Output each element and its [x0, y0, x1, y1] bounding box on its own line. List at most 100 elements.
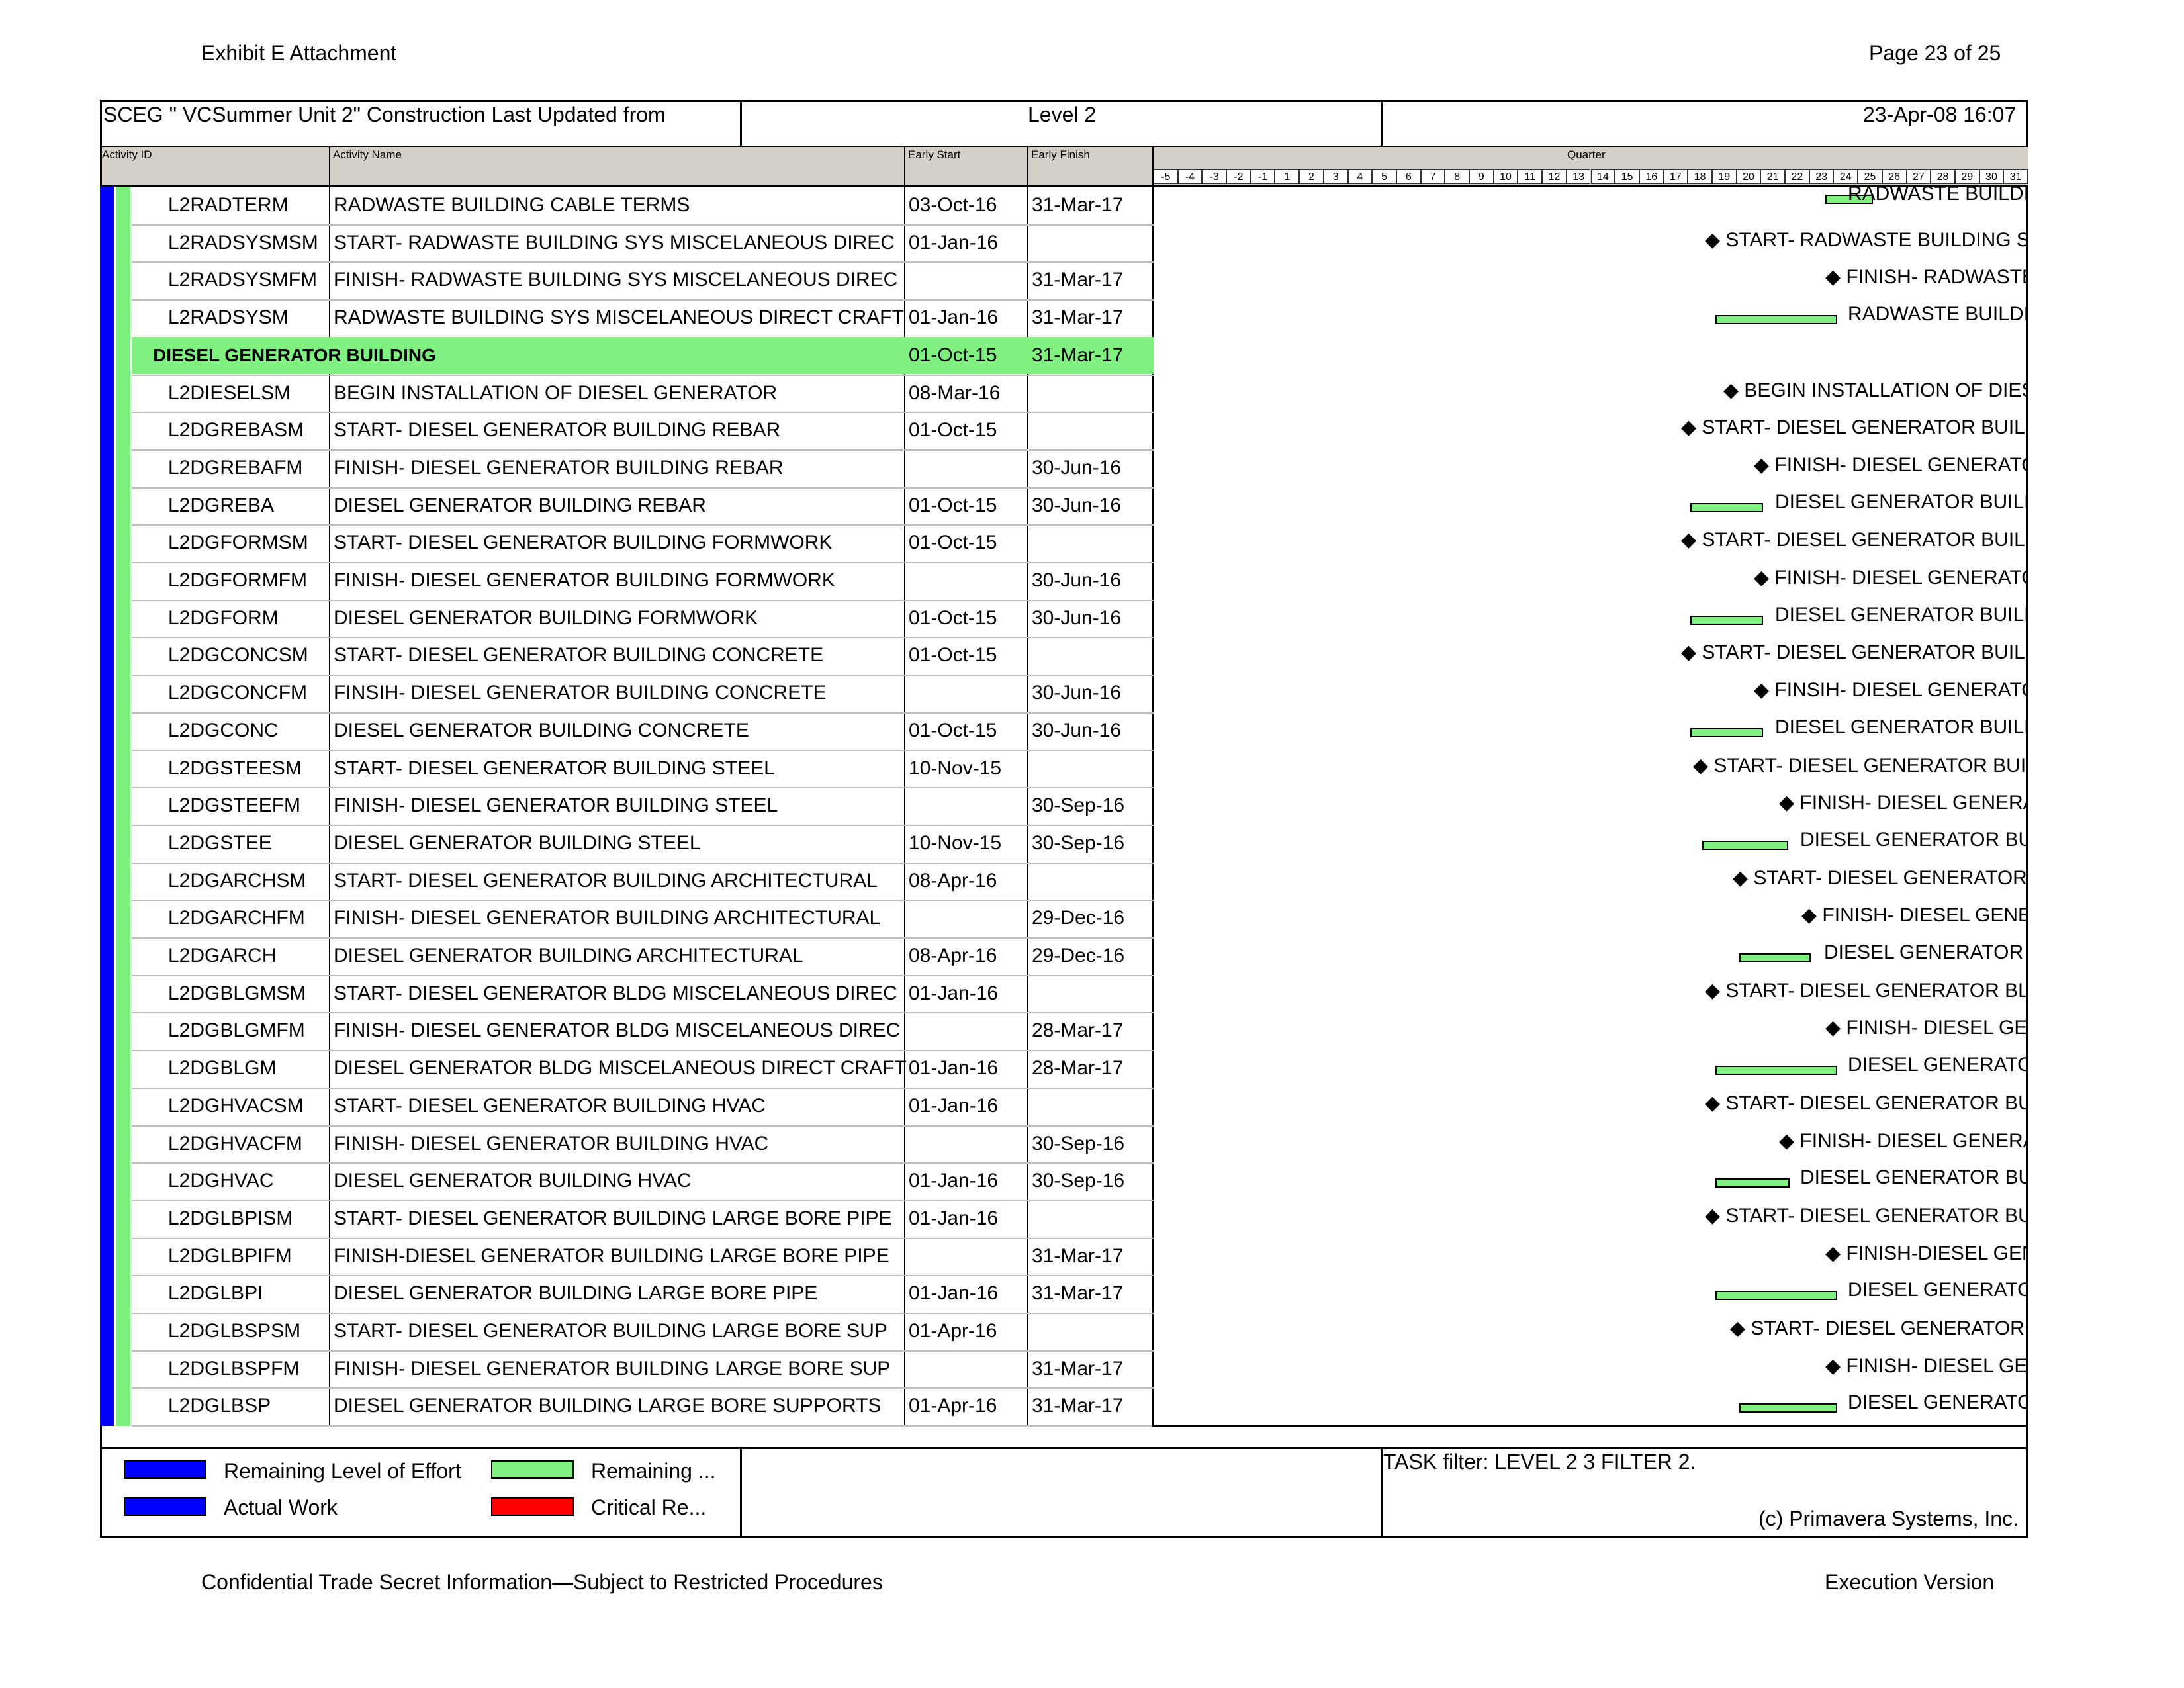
table-row[interactable]: L2DGLBPISM START- DIESEL GENERATOR BUILDI… — [100, 1200, 1154, 1237]
table-row[interactable]: L2DGHVACFM FINISH- DIESEL GENERATOR BUILD… — [100, 1125, 1154, 1162]
table-row[interactable]: L2DGARCH DIESEL GENERATOR BUILDING ARCHIT… — [100, 937, 1154, 974]
quarter-tick: 31 — [2003, 169, 2028, 184]
table-row[interactable]: L2DGLBPI DIESEL GENERATOR BUILDING LARGE … — [100, 1275, 1154, 1312]
table-row[interactable]: L2DGHVAC DIESEL GENERATOR BUILDING HVAC 01… — [100, 1162, 1154, 1199]
table-row[interactable]: L2DGFORMFM FINISH- DIESEL GENERATOR BUILD… — [100, 562, 1154, 599]
column-header-early-start[interactable]: Early Start — [908, 148, 960, 162]
wbs-group-row[interactable]: DIESEL GENERATOR BUILDING 01-Oct-15 31-Mar… — [100, 336, 1154, 374]
activity-name: FINISH- DIESEL GENERATOR BUILDING HVAC — [334, 1132, 769, 1154]
activity-id: L2DGBLGMSM — [168, 982, 306, 1004]
early-finish: 31-Mar-17 — [1032, 269, 1124, 291]
activity-id: L2DGARCHSM — [168, 869, 306, 892]
activity-name: START- DIESEL GENERATOR BUILDING LARGE B… — [334, 1320, 887, 1342]
table-row[interactable]: L2DGLBSPFM FINISH- DIESEL GENERATOR BUILD… — [100, 1350, 1154, 1387]
activity-name: FINISH- DIESEL GENERATOR BUILDING ARCHIT… — [334, 907, 881, 929]
table-row[interactable]: L2RADSYSMFM FINISH- RADWASTE BUILDING SYS… — [100, 261, 1154, 299]
quarter-tick: 28 — [1931, 169, 1955, 184]
gantt-milestone-label: ◆ FINISH- DIESEL GENERATO — [1754, 453, 2026, 476]
activity-id: L2DGLBSPFM — [168, 1357, 300, 1380]
quarter-tick: 22 — [1785, 169, 1809, 184]
table-row[interactable]: L2DGREBA DIESEL GENERATOR BUILDING REBAR 0… — [100, 487, 1154, 524]
quarter-tick: 12 — [1542, 169, 1567, 184]
activity-id: L2DGSTEEFM — [168, 794, 301, 817]
copyright: (c) Primavera Systems, Inc. — [1758, 1507, 2019, 1530]
level-label: Level 2 — [1028, 103, 1097, 126]
gantt-bar[interactable] — [1715, 315, 1837, 325]
table-row[interactable]: L2DGLBPIFM FINISH-DIESEL GENERATOR BUILDI… — [100, 1238, 1154, 1275]
table-row[interactable]: L2RADSYSMSM START- RADWASTE BUILDING SYS … — [100, 224, 1154, 261]
table-row[interactable]: L2DGCONCSM START- DIESEL GENERATOR BUILDI… — [100, 637, 1154, 674]
quarter-tick: -1 — [1250, 169, 1275, 184]
table-row[interactable]: L2DGSTEESM START- DIESEL GENERATOR BUILDI… — [100, 750, 1154, 787]
early-start: 01-Oct-15 — [909, 606, 997, 629]
table-row[interactable]: L2DGCONCFM FINSIH- DIESEL GENERATOR BUILD… — [100, 675, 1154, 712]
activity-name: DIESEL GENERATOR BUILDING HVAC — [334, 1170, 692, 1192]
gantt-milestone-label: ◆ FINISH- DIESEL GENERATO — [1754, 567, 2026, 588]
table-row[interactable]: L2DGREBAFM FINISH- DIESEL GENERATOR BUILD… — [100, 449, 1154, 487]
activity-id: L2DGBLGM — [168, 1057, 277, 1080]
gantt-milestone-label: ◆ FINISH- DIESEL GE — [1825, 1017, 2026, 1039]
table-row[interactable]: L2RADTERM RADWASTE BUILDING CABLE TERMS 03… — [100, 187, 1154, 224]
legend-label: Remaining Level of Effort — [224, 1459, 461, 1483]
gantt-milestone-label: ◆ START- DIESEL GENERATOR BUIL — [1693, 754, 2026, 776]
early-start: 01-Apr-16 — [909, 1395, 997, 1417]
table-row[interactable]: L2DGSTEE DIESEL GENERATOR BUILDING STEEL 1… — [100, 825, 1154, 862]
early-finish: 28-Mar-17 — [1032, 1057, 1124, 1080]
gantt-bar-label: DIESEL GENERATOR BU — [1800, 1166, 2026, 1189]
gantt-bar[interactable] — [1739, 953, 1811, 962]
table-row[interactable]: L2DGLBSP DIESEL GENERATOR BUILDING LARGE … — [100, 1387, 1154, 1425]
table-row[interactable]: L2DGFORM DIESEL GENERATOR BUILDING FORMWO… — [100, 600, 1154, 637]
gantt-milestone-label: ◆ START- DIESEL GENERATOR — [1730, 1317, 2025, 1339]
early-finish: 30-Jun-16 — [1032, 494, 1122, 516]
gantt-milestone-label: ◆ START- DIESEL GENERATOR BUILD — [1681, 641, 2026, 664]
activity-name: DIESEL GENERATOR BUILDING LARGE BORE SUP… — [334, 1395, 882, 1417]
table-row[interactable]: L2DGARCHSM START- DIESEL GENERATOR BUILDI… — [100, 863, 1154, 900]
quarter-tick: 18 — [1688, 169, 1712, 184]
early-start: 01-Oct-15 — [909, 644, 997, 667]
early-finish: 30-Jun-16 — [1032, 606, 1122, 629]
table-row[interactable]: L2DGLBSPSM START- DIESEL GENERATOR BUILDI… — [100, 1313, 1154, 1350]
page-number: Page 23 of 25 — [1869, 41, 2001, 65]
column-header-activity-name[interactable]: Activity Name — [333, 148, 402, 162]
early-finish: 31-Mar-17 — [1032, 1357, 1124, 1380]
activity-name: RADWASTE BUILDING SYS MISCELANEOUS DIREC… — [334, 306, 904, 329]
table-row[interactable]: L2DGREBASM START- DIESEL GENERATOR BUILDI… — [100, 412, 1154, 449]
column-header-activity-id[interactable]: Activity ID — [102, 148, 152, 162]
page-footer-right: Execution Version — [1825, 1570, 1995, 1594]
early-start: 08-Apr-16 — [909, 869, 997, 892]
activity-name: DIESEL GENERATOR BUILDING LARGE BORE PIP… — [334, 1282, 818, 1305]
table-row[interactable]: L2DGBLGM DIESEL GENERATOR BLDG MISCELANEO… — [100, 1050, 1154, 1087]
table-row[interactable]: L2DGARCHFM FINISH- DIESEL GENERATOR BUILD… — [100, 900, 1154, 937]
gantt-bar[interactable] — [1690, 727, 1763, 737]
gantt-bar[interactable] — [1715, 1291, 1837, 1301]
early-start: 01-Jan-16 — [909, 1057, 999, 1080]
table-row[interactable]: L2RADSYSM RADWASTE BUILDING SYS MISCELANE… — [100, 299, 1154, 336]
early-finish: 29-Dec-16 — [1032, 945, 1125, 966]
early-finish: 31-Mar-17 — [1032, 1282, 1124, 1305]
gantt-bar[interactable] — [1690, 615, 1763, 625]
table-row[interactable]: L2DGBLGMSM START- DIESEL GENERATOR BLDG M… — [100, 975, 1154, 1012]
table-row[interactable]: L2DGHVACSM START- DIESEL GENERATOR BUILDI… — [100, 1088, 1154, 1125]
gantt-bar[interactable] — [1702, 840, 1788, 850]
gantt-bar[interactable] — [1739, 1403, 1837, 1413]
gantt-bar[interactable] — [1690, 502, 1763, 512]
table-row[interactable]: L2DGBLGMFM FINISH- DIESEL GENERATOR BLDG … — [100, 1012, 1154, 1049]
table-row[interactable]: L2DGSTEEFM FINISH- DIESEL GENERATOR BUILD… — [100, 787, 1154, 824]
title-divider — [740, 100, 742, 147]
quarter-tick: 19 — [1711, 169, 1737, 184]
table-row[interactable]: L2DGCONC DIESEL GENERATOR BUILDING CONCRE… — [100, 712, 1154, 749]
gantt-bar[interactable] — [1715, 1178, 1790, 1188]
gantt-milestone-label: ◆ START- RADWASTE BUILDING S — [1705, 228, 2026, 251]
early-finish: 31-Mar-17 — [1032, 1244, 1124, 1267]
quarter-tick: 8 — [1445, 169, 1470, 184]
activity-name: DIESEL GENERATOR BUILDING STEEL — [334, 831, 701, 854]
page-header-left: Exhibit E Attachment — [201, 41, 397, 65]
table-row[interactable]: L2DIESELSM BEGIN INSTALLATION OF DIESEL G… — [100, 375, 1154, 412]
quarter-tick: 10 — [1493, 169, 1518, 184]
table-row[interactable]: L2DGFORMSM START- DIESEL GENERATOR BUILDI… — [100, 524, 1154, 561]
report-date: 23-Apr-08 16:07 — [1863, 103, 2017, 126]
column-header-early-finish[interactable]: Early Finish — [1031, 148, 1090, 162]
activity-name: FINISH- DIESEL GENERATOR BUILDING LARGE … — [334, 1357, 891, 1380]
gantt-bar[interactable] — [1715, 1066, 1837, 1076]
gantt-bottom-rule — [1152, 1425, 2028, 1427]
